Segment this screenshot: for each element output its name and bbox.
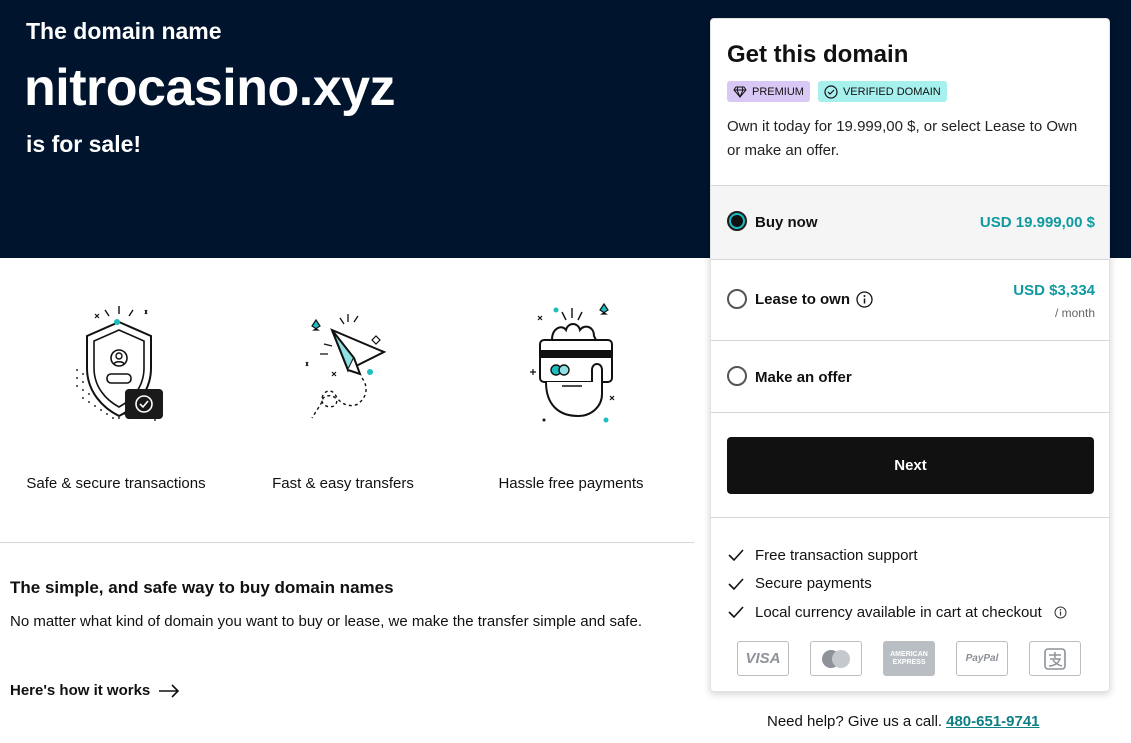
- info-text: No matter what kind of domain you want t…: [10, 613, 642, 630]
- section-divider: [0, 542, 694, 543]
- hero-subtitle: is for sale!: [26, 131, 142, 157]
- feature-fast: Fast & easy transfers: [233, 300, 453, 492]
- help-text: Need help? Give us a call.: [767, 713, 943, 730]
- feature-label: Fast & easy transfers: [272, 475, 414, 492]
- how-it-works-label: Here's how it works: [10, 682, 151, 699]
- mastercard-icon: [822, 649, 850, 668]
- check-circle-icon: [824, 84, 838, 99]
- lease-to-own-label-group: Lease to own: [755, 291, 873, 308]
- alipay-icon: [1044, 647, 1066, 670]
- amex-logo: AMERICAN EXPRESS: [883, 641, 935, 676]
- how-it-works-link[interactable]: Here's how it works: [10, 682, 180, 699]
- lease-period: / month: [1054, 306, 1095, 320]
- buy-now-radio[interactable]: [727, 211, 747, 231]
- info-icon[interactable]: [856, 291, 873, 308]
- purchase-card: Get this domain PREMIUM VERIFIED DOMAIN …: [710, 18, 1110, 692]
- verified-badge: VERIFIED DOMAIN: [817, 81, 947, 102]
- option-divider: [711, 412, 1109, 413]
- info-icon[interactable]: [1054, 606, 1067, 619]
- card-title: Get this domain: [727, 41, 909, 68]
- premium-badge: PREMIUM: [727, 81, 810, 102]
- lease-to-own-price: USD $3,334: [1013, 282, 1095, 299]
- make-offer-radio[interactable]: [727, 366, 747, 386]
- option-buy-now[interactable]: Buy now USD 19.999,00 $: [711, 185, 1109, 259]
- diamond-icon: [733, 86, 747, 98]
- payment-methods: VISA AMERICAN EXPRESS PayPal: [737, 641, 1081, 676]
- perk-label: Local currency available in cart at chec…: [755, 603, 1042, 621]
- phone-link[interactable]: 480-651-9741: [946, 713, 1039, 730]
- help-line: Need help? Give us a call. 480-651-9741: [767, 713, 1040, 730]
- paper-plane-icon: [305, 314, 387, 419]
- perk-label: Secure payments: [755, 575, 872, 593]
- lease-to-own-radio[interactable]: [727, 289, 747, 309]
- perk-item: Free transaction support: [727, 541, 1067, 570]
- hero-kicker: The domain name: [26, 18, 222, 44]
- option-make-offer[interactable]: Make an offer: [711, 340, 1109, 413]
- checkmark-icon: [728, 606, 744, 619]
- premium-badge-label: PREMIUM: [752, 85, 804, 98]
- checkmark-icon: [728, 549, 744, 562]
- perks-divider: [711, 517, 1109, 518]
- shield-check-icon: [76, 306, 163, 421]
- card-description: Own it today for 19.999,00 $, or select …: [727, 118, 1078, 159]
- feature-secure: Safe & secure transactions: [6, 300, 226, 492]
- perks-list: Free transaction support Secure payments…: [727, 541, 1067, 627]
- visa-logo: VISA: [737, 641, 789, 676]
- verified-badge-label: VERIFIED DOMAIN: [842, 85, 941, 98]
- perk-label: Free transaction support: [755, 546, 918, 564]
- badge-row: PREMIUM VERIFIED DOMAIN: [727, 81, 947, 102]
- perk-item: Local currency available in cart at chec…: [727, 598, 1067, 627]
- buy-now-label: Buy now: [755, 214, 818, 231]
- mastercard-logo: [810, 641, 862, 676]
- feature-label: Hassle free payments: [498, 475, 644, 492]
- alipay-logo: [1029, 641, 1081, 676]
- info-title: The simple, and safe way to buy domain n…: [10, 578, 394, 597]
- make-offer-label: Make an offer: [755, 369, 852, 386]
- hand-card-icon: [530, 302, 615, 423]
- checkmark-icon: [728, 578, 744, 590]
- arrow-right-icon: [159, 683, 180, 698]
- option-lease-to-own[interactable]: Lease to own USD $3,334 / month: [711, 259, 1109, 341]
- lease-to-own-label: Lease to own: [755, 291, 851, 308]
- perk-item: Secure payments: [727, 570, 1067, 599]
- next-button[interactable]: Next: [727, 437, 1094, 494]
- feature-payments: Hassle free payments: [461, 300, 681, 492]
- domain-name-title: nitrocasino.xyz: [24, 59, 396, 117]
- paypal-logo: PayPal: [956, 641, 1008, 676]
- feature-label: Safe & secure transactions: [26, 475, 206, 492]
- buy-now-price: USD 19.999,00 $: [979, 214, 1095, 231]
